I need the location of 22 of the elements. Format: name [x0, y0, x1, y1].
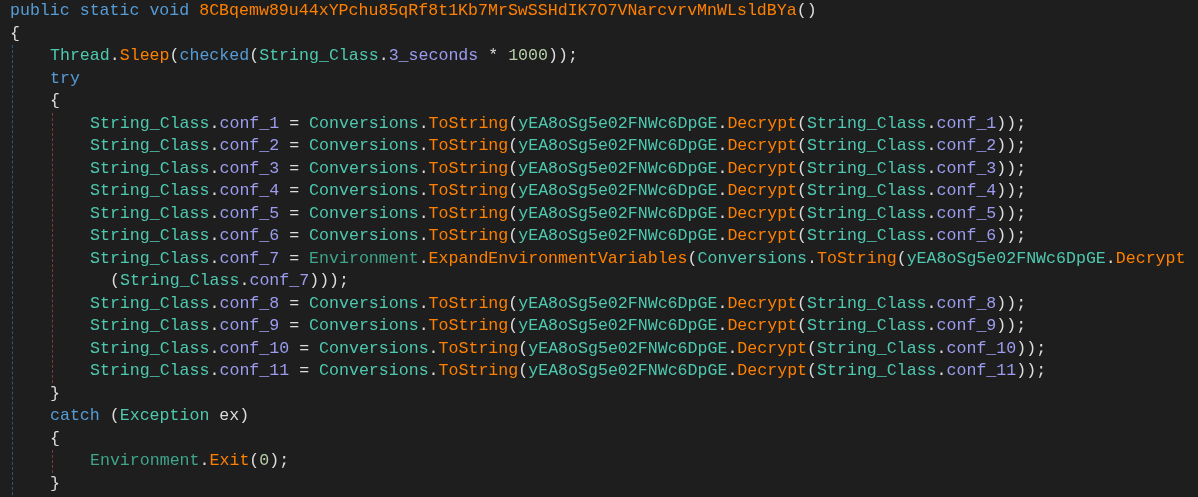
code-line: String_Class.conf_4 = Conversions.ToString(yEA8oSg5e02FNWc6DpGE.Decrypt(String_Class.conf_4));	[90, 180, 1027, 202]
code-line: String_Class.conf_8 = Conversions.ToString(yEA8oSg5e02FNWc6DpGE.Decrypt(String_Class.conf_8));	[90, 292, 1027, 315]
code-line: {	[50, 427, 60, 450]
code-line: String_Class.conf_1 = Conversions.ToString(yEA8oSg5e02FNWc6DpGE.Decrypt(String_Class.conf_1));	[90, 112, 1027, 135]
code-line: public static void 8CBqemw89u44xYPchu85qRf8t1Kb7MrSwSSHdIK7O7VNarcvrvMnWLsldBYa()	[10, 0, 817, 22]
code-line: String_Class.conf_2 = Conversions.ToString(yEA8oSg5e02FNWc6DpGE.Decrypt(String_Class.conf_2));	[90, 135, 1027, 157]
code-line: }	[50, 472, 60, 495]
code-line: String_Class.conf_7 = Environment.ExpandEnvironmentVariables(Conversions.ToString(yEA8oSg5e02FNWc6DpGE.Decrypt	[90, 247, 1186, 270]
code-line: catch (Exception ex)	[50, 405, 250, 427]
code-line: String_Class.conf_11 = Conversions.ToString(yEA8oSg5e02FNWc6DpGE.Decrypt(String_Class.conf_11));	[90, 360, 1047, 382]
code-line: String_Class.conf_6 = Conversions.ToString(yEA8oSg5e02FNWc6DpGE.Decrypt(String_Class.conf_6));	[90, 225, 1027, 247]
code-line: String_Class.conf_10 = Conversions.ToString(yEA8oSg5e02FNWc6DpGE.Decrypt(String_Class.conf_10));	[90, 337, 1047, 360]
code-line: String_Class.conf_9 = Conversions.ToString(yEA8oSg5e02FNWc6DpGE.Decrypt(String_Class.conf_9));	[90, 315, 1027, 337]
code-line: try	[50, 67, 80, 90]
code-line: {	[50, 90, 60, 112]
code-line: Environment.Exit(0);	[90, 450, 290, 472]
code-line: (String_Class.conf_7)));	[110, 270, 350, 292]
code-line: }	[50, 382, 60, 405]
code-line: String_Class.conf_3 = Conversions.ToString(yEA8oSg5e02FNWc6DpGE.Decrypt(String_Class.conf_3));	[90, 157, 1027, 180]
code-line: String_Class.conf_5 = Conversions.ToString(yEA8oSg5e02FNWc6DpGE.Decrypt(String_Class.conf_5));	[90, 202, 1027, 225]
code-line: {	[10, 22, 20, 45]
code-line: Thread.Sleep(checked(String_Class.3_seconds * 1000));	[50, 45, 578, 67]
